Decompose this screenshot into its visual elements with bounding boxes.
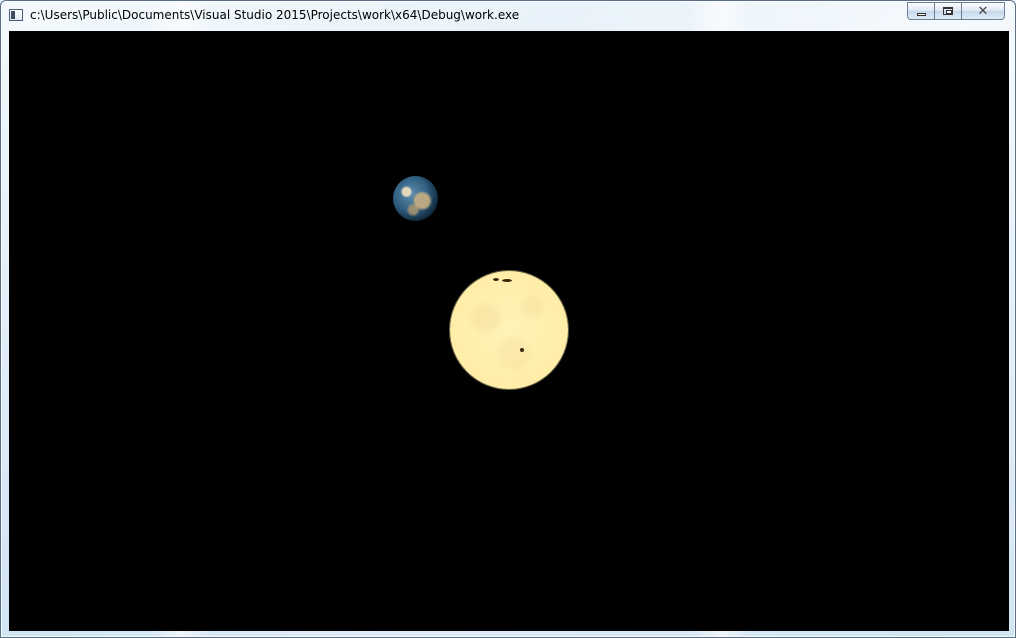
caption-buttons: ✕ xyxy=(907,2,1005,21)
maximize-icon xyxy=(943,7,953,15)
close-button[interactable]: ✕ xyxy=(961,2,1005,20)
sun-sphere xyxy=(450,271,568,389)
sunspot xyxy=(520,348,524,352)
sunspot xyxy=(493,278,499,281)
title-bar[interactable]: c:\Users\Public\Documents\Visual Studio … xyxy=(1,1,1015,29)
close-icon: ✕ xyxy=(977,3,989,19)
render-viewport[interactable] xyxy=(9,31,1009,631)
sunspot xyxy=(502,279,512,282)
minimize-button[interactable] xyxy=(907,2,934,20)
window-title: c:\Users\Public\Documents\Visual Studio … xyxy=(30,8,520,22)
sun-surface-texture xyxy=(450,271,568,389)
earth-planet xyxy=(393,176,438,221)
minimize-icon xyxy=(916,12,926,16)
maximize-button[interactable] xyxy=(934,2,961,20)
console-window-icon[interactable] xyxy=(9,9,23,21)
app-window: c:\Users\Public\Documents\Visual Studio … xyxy=(0,0,1016,638)
